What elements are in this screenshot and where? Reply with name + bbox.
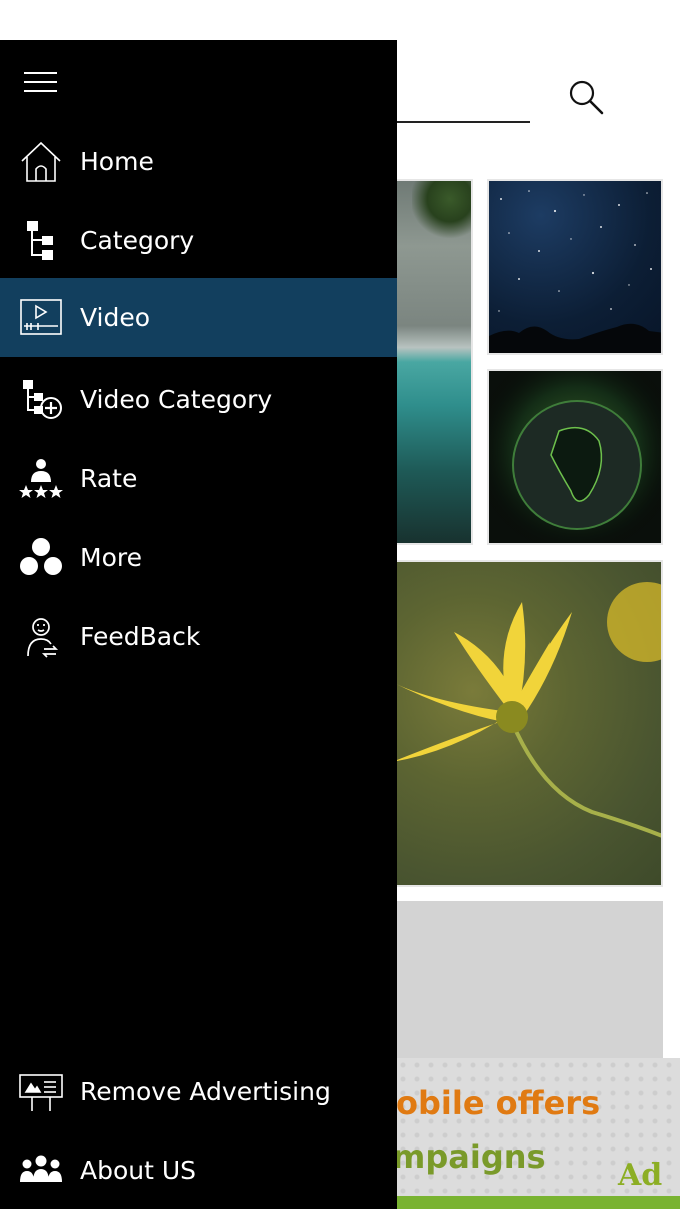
search-icon[interactable] [560, 72, 612, 124]
menu-item-label: Category [80, 226, 195, 255]
hamburger-menu-icon[interactable] [24, 70, 58, 94]
menu-item-label: Home [80, 147, 154, 176]
category-tree-icon [18, 218, 64, 264]
video-thumbnail-night-sky[interactable] [487, 179, 663, 355]
video-player-icon [18, 295, 64, 341]
menu-item-about-us[interactable]: About US [0, 1131, 397, 1210]
video-category-add-icon [18, 377, 64, 423]
navigation-drawer: Home Category Video Video Category Rate … [0, 40, 397, 1209]
home-icon [18, 139, 64, 185]
menu-item-label: Video [80, 303, 151, 332]
video-thumbnail-earth[interactable] [487, 369, 663, 545]
menu-item-label: Video Category [80, 385, 273, 414]
menu-item-label: About US [80, 1156, 197, 1185]
menu-item-remove-advertising[interactable]: Remove Advertising [0, 1052, 397, 1131]
menu-item-category[interactable]: Category [0, 201, 397, 280]
menu-item-feedback[interactable]: FeedBack [0, 597, 397, 676]
billboard-icon [18, 1069, 64, 1115]
menu-item-home[interactable]: Home [0, 122, 397, 201]
video-thumbnail-flower[interactable] [390, 560, 663, 887]
menu-item-label: Rate [80, 464, 138, 493]
ad-text-line1: obile offers [396, 1084, 601, 1122]
feedback-person-icon [18, 614, 64, 660]
more-circles-icon [18, 535, 64, 581]
menu-item-rate[interactable]: Rate [0, 439, 397, 518]
rate-stars-icon [18, 456, 64, 502]
advertisement-banner[interactable]: obile offers mpaigns Ad I [396, 1058, 680, 1209]
menu-item-label: Remove Advertising [80, 1077, 331, 1106]
ad-text-line2: mpaigns [396, 1138, 546, 1176]
ad-stripe [396, 1196, 680, 1209]
menu-item-video-category[interactable]: Video Category [0, 360, 397, 439]
menu-item-video[interactable]: Video [0, 278, 397, 357]
video-thumbnail-cliff[interactable] [390, 179, 473, 545]
menu-item-label: More [80, 543, 142, 572]
menu-item-label: FeedBack [80, 622, 201, 651]
group-people-icon [18, 1148, 64, 1194]
menu-item-more[interactable]: More [0, 518, 397, 597]
search-input[interactable] [396, 121, 530, 123]
